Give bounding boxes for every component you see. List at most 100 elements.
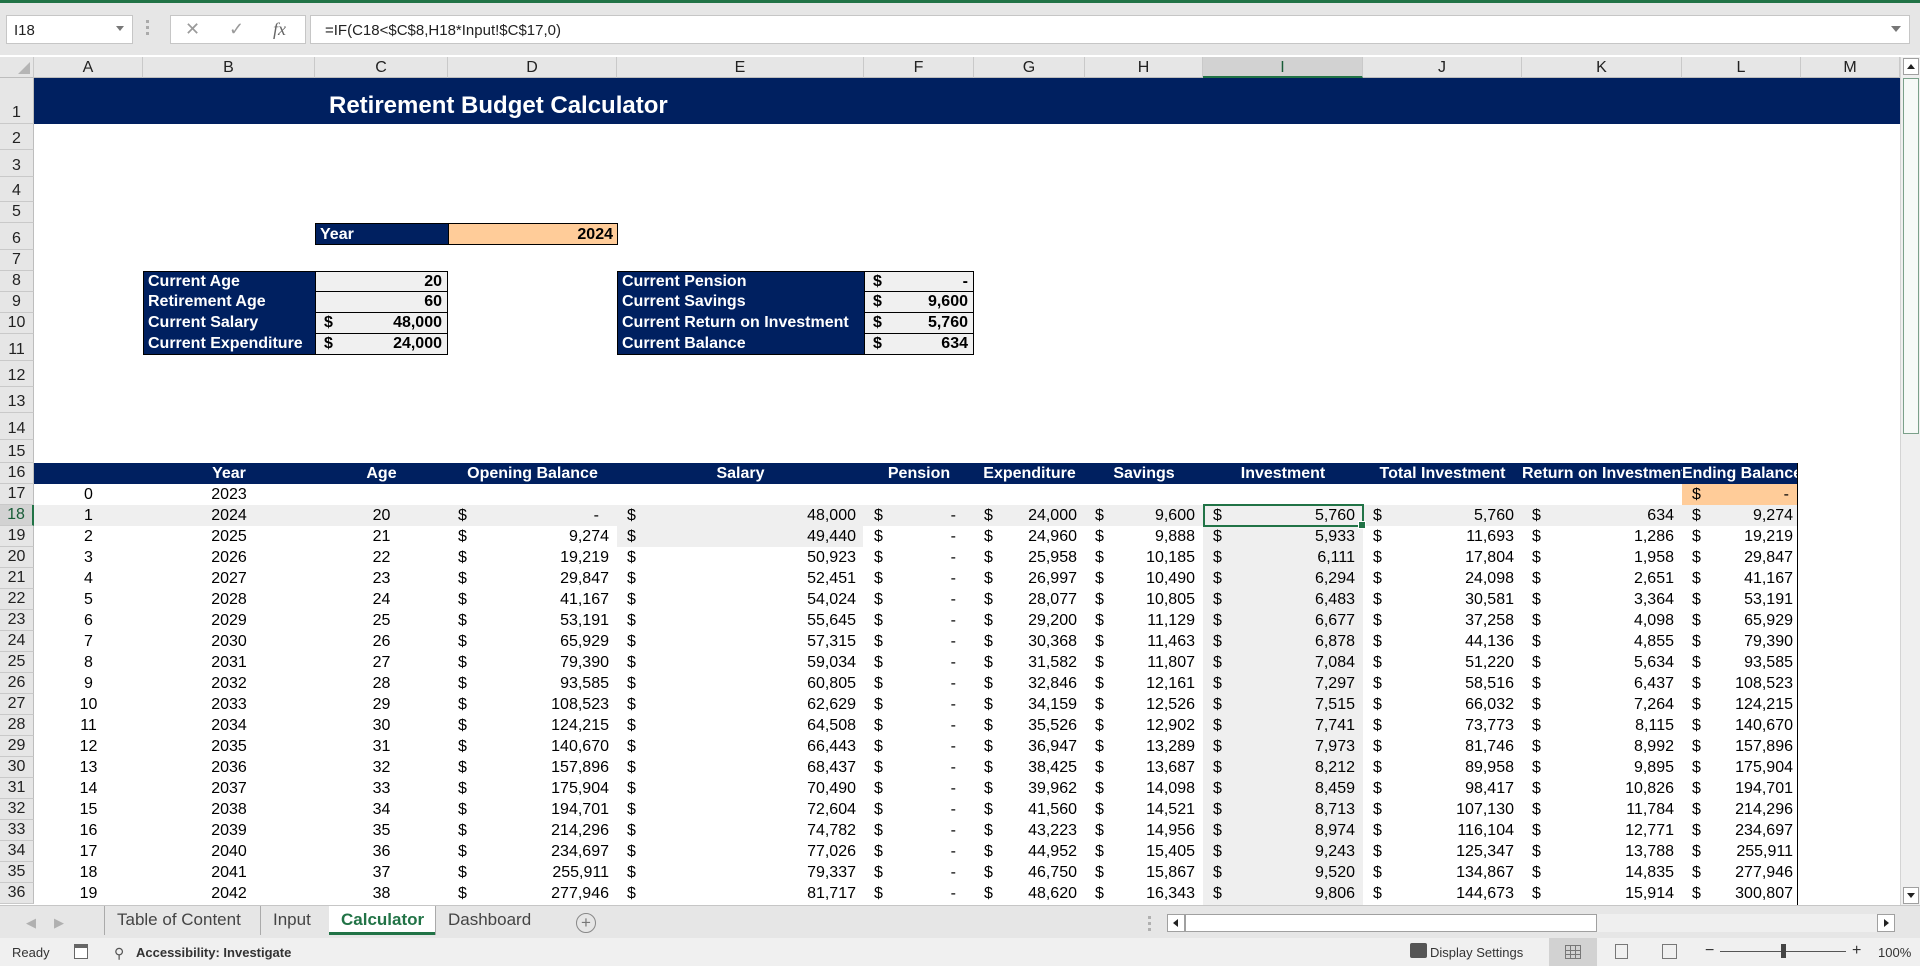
- cell-savings[interactable]: $13,687: [1085, 757, 1203, 778]
- cell-ending-balance[interactable]: $277,946: [1682, 862, 1801, 883]
- cell-year[interactable]: 2039: [143, 820, 315, 841]
- cell-pension[interactable]: $ -: [864, 715, 974, 736]
- row-header-4[interactable]: 4: [0, 177, 34, 202]
- cell-salary[interactable]: $48,000: [617, 505, 864, 526]
- cell-opening-balance[interactable]: $255,911: [448, 862, 617, 883]
- cell-ending-balance[interactable]: $93,585: [1682, 652, 1801, 673]
- cell-opening-balance[interactable]: $108,523: [448, 694, 617, 715]
- cell-savings[interactable]: $14,521: [1085, 799, 1203, 820]
- cell-return-on-investment[interactable]: $8,992: [1522, 736, 1682, 757]
- cell-year[interactable]: 2028: [143, 589, 315, 610]
- cell-salary[interactable]: $74,782: [617, 820, 864, 841]
- row-header-9[interactable]: 9: [0, 292, 34, 313]
- cell-pension[interactable]: $ -: [864, 820, 974, 841]
- row-header-35[interactable]: 35: [0, 862, 34, 883]
- cell-savings[interactable]: $14,098: [1085, 778, 1203, 799]
- cell-pension[interactable]: $ -: [864, 862, 974, 883]
- cell-investment[interactable]: $9,806: [1203, 883, 1363, 904]
- left-box-field-value[interactable]: 60: [315, 292, 448, 313]
- cell-age[interactable]: 31: [315, 736, 448, 757]
- cell-pension[interactable]: $ -: [864, 505, 974, 526]
- column-header-k[interactable]: K: [1522, 57, 1682, 78]
- cell-index[interactable]: 9: [34, 673, 143, 694]
- cell-ending-balance[interactable]: $124,215: [1682, 694, 1801, 715]
- cell-ending-balance[interactable]: $214,296: [1682, 799, 1801, 820]
- cell-index[interactable]: 8: [34, 652, 143, 673]
- row-header-17[interactable]: 17: [0, 484, 34, 505]
- cell-total-investment[interactable]: $81,746: [1363, 736, 1522, 757]
- cell-total-investment[interactable]: $17,804: [1363, 547, 1522, 568]
- row-header-26[interactable]: 26: [0, 673, 34, 694]
- cell-investment[interactable]: $8,459: [1203, 778, 1363, 799]
- cell-expenditure[interactable]: $25,958: [974, 547, 1085, 568]
- cell-ending-balance[interactable]: $65,929: [1682, 610, 1801, 631]
- cell-year[interactable]: 2034: [143, 715, 315, 736]
- cell-age[interactable]: 22: [315, 547, 448, 568]
- zoom-level[interactable]: 100%: [1878, 945, 1911, 960]
- cell-pension[interactable]: $ -: [864, 757, 974, 778]
- horizontal-scroll-thumb[interactable]: [1185, 914, 1597, 932]
- column-header-h[interactable]: H: [1085, 57, 1203, 78]
- cell-total-investment[interactable]: $98,417: [1363, 778, 1522, 799]
- cell-return-on-investment[interactable]: $4,855: [1522, 631, 1682, 652]
- left-box-field-value[interactable]: $48,000: [315, 313, 448, 334]
- tab-split-handle[interactable]: [1148, 916, 1151, 931]
- column-header-b[interactable]: B: [143, 57, 315, 78]
- cell-investment[interactable]: $6,878: [1203, 631, 1363, 652]
- cell-index[interactable]: 14: [34, 778, 143, 799]
- scroll-right-button[interactable]: [1877, 914, 1895, 932]
- cell-year[interactable]: 2033: [143, 694, 315, 715]
- cell-savings[interactable]: $15,867: [1085, 862, 1203, 883]
- sheet-tab-table-of-content[interactable]: Table of Content: [104, 906, 253, 935]
- cell-opening-balance[interactable]: $124,215: [448, 715, 617, 736]
- column-header-g[interactable]: G: [974, 57, 1085, 78]
- right-box-field-value[interactable]: $634: [864, 334, 974, 355]
- cell-investment[interactable]: $9,243: [1203, 841, 1363, 862]
- column-header-i[interactable]: I: [1203, 57, 1363, 78]
- row-header-16[interactable]: 16: [0, 463, 34, 484]
- zoom-out-button[interactable]: −: [1705, 942, 1714, 960]
- cell-pension[interactable]: $ -: [864, 778, 974, 799]
- cell-salary[interactable]: $60,805: [617, 673, 864, 694]
- cell-ending-balance[interactable]: $140,670: [1682, 715, 1801, 736]
- cell-age[interactable]: 32: [315, 757, 448, 778]
- cell-ending-balance[interactable]: $41,167: [1682, 568, 1801, 589]
- cell-salary[interactable]: $66,443: [617, 736, 864, 757]
- cell-age[interactable]: 27: [315, 652, 448, 673]
- row-header-29[interactable]: 29: [0, 736, 34, 757]
- normal-view-button[interactable]: [1549, 938, 1597, 966]
- cell-return-on-investment[interactable]: $15,914: [1522, 883, 1682, 904]
- cell-savings[interactable]: $16,343: [1085, 883, 1203, 904]
- cell-opening-balance[interactable]: $9,274: [448, 526, 617, 547]
- cell-expenditure[interactable]: $29,200: [974, 610, 1085, 631]
- cell-ending-balance[interactable]: $234,697: [1682, 820, 1801, 841]
- cell-age[interactable]: 20: [315, 505, 448, 526]
- row-header-6[interactable]: 6: [0, 223, 34, 250]
- cell-index[interactable]: 10: [34, 694, 143, 715]
- cell-ending-balance[interactable]: $19,219: [1682, 526, 1801, 547]
- cell-savings[interactable]: $13,289: [1085, 736, 1203, 757]
- expand-formula-bar-icon[interactable]: [1891, 26, 1901, 32]
- tab-scroll-right-icon[interactable]: ▶: [54, 915, 64, 931]
- right-box-field-value[interactable]: $ -: [864, 271, 974, 292]
- row-header-19[interactable]: 19: [0, 526, 34, 547]
- cell-year[interactable]: 2031: [143, 652, 315, 673]
- accessibility-status[interactable]: Accessibility: Investigate: [136, 945, 291, 960]
- row-header-5[interactable]: 5: [0, 202, 34, 223]
- cell-salary[interactable]: $52,451: [617, 568, 864, 589]
- cell-salary[interactable]: $59,034: [617, 652, 864, 673]
- cell-expenditure[interactable]: $24,000: [974, 505, 1085, 526]
- cell-return-on-investment[interactable]: $634: [1522, 505, 1682, 526]
- cell-total-investment[interactable]: $66,032: [1363, 694, 1522, 715]
- active-cell-i18[interactable]: [1203, 504, 1366, 529]
- cell-year[interactable]: 2035: [143, 736, 315, 757]
- cell-total-investment[interactable]: $5,760: [1363, 505, 1522, 526]
- cell-index[interactable]: 15: [34, 799, 143, 820]
- cell-opening-balance[interactable]: $79,390: [448, 652, 617, 673]
- row-header-31[interactable]: 31: [0, 778, 34, 799]
- cell-index[interactable]: 19: [34, 883, 143, 904]
- cell-investment[interactable]: $6,294: [1203, 568, 1363, 589]
- cell-age[interactable]: 30: [315, 715, 448, 736]
- cell-salary[interactable]: $49,440: [617, 526, 864, 547]
- cell-index[interactable]: 11: [34, 715, 143, 736]
